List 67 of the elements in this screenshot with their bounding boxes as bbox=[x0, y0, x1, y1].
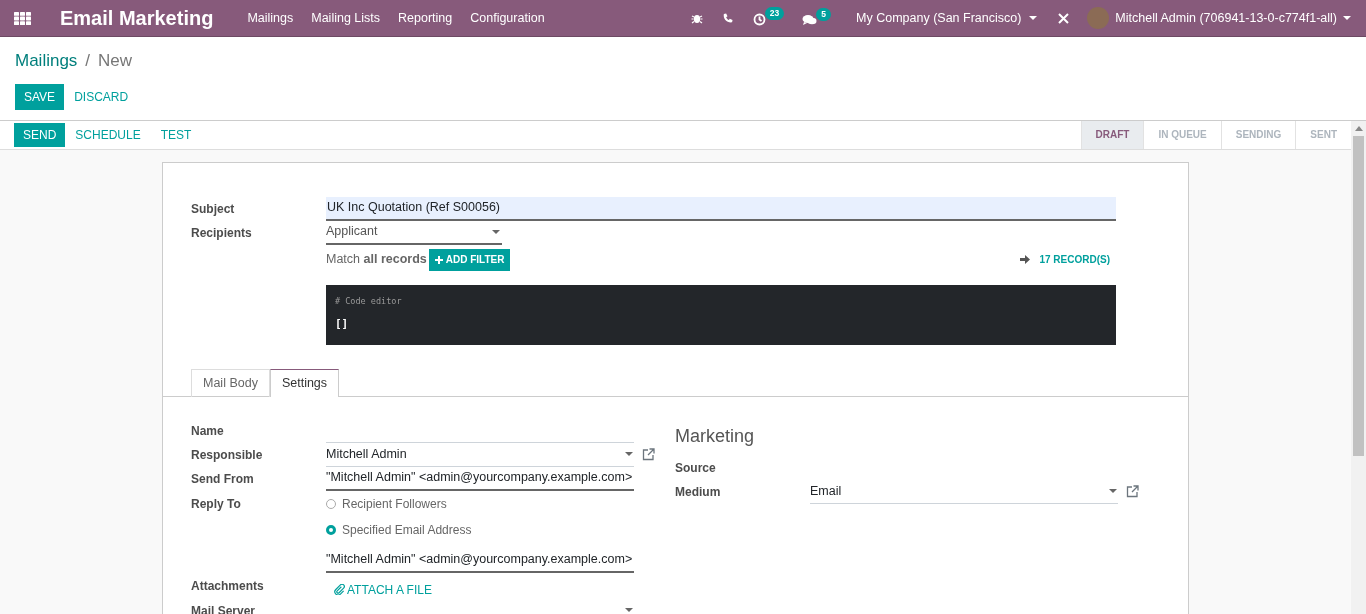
radio-button[interactable] bbox=[326, 524, 336, 535]
phone-icon[interactable] bbox=[721, 12, 733, 24]
field-label: Reply To bbox=[191, 495, 242, 513]
plus-icon bbox=[434, 255, 443, 264]
status-stage[interactable]: DRAFT bbox=[1080, 120, 1144, 149]
field-label: Attachments bbox=[191, 577, 265, 595]
caret-icon bbox=[1109, 489, 1117, 493]
form-tab[interactable]: Settings bbox=[269, 368, 340, 397]
field-label: Source bbox=[675, 459, 717, 477]
app-title: Email Marketing bbox=[60, 6, 214, 31]
menu-link[interactable]: Mailing Lists bbox=[311, 8, 381, 28]
link-button[interactable]: TEST bbox=[150, 122, 202, 147]
user-menu[interactable]: Mitchell Admin (706941-13-0-c774f1-all) bbox=[1087, 7, 1351, 29]
records-link[interactable]: 17 RECORD(S) bbox=[1039, 252, 1110, 267]
match-text: Match all records bbox=[326, 251, 427, 269]
notification-badge: 23 bbox=[764, 7, 785, 20]
radio-option[interactable]: Recipient Followers bbox=[326, 490, 447, 517]
caret-icon bbox=[1343, 16, 1351, 20]
clock-icon[interactable] bbox=[752, 13, 766, 26]
apps-grid-icon[interactable] bbox=[14, 11, 31, 25]
code-text: [] bbox=[335, 316, 350, 333]
field-label: Send From bbox=[191, 470, 255, 488]
caret-icon bbox=[625, 608, 633, 612]
field-label: Medium bbox=[675, 483, 722, 501]
input-field[interactable]: "Mitchell Admin" <admin@yourcompany.example.com> bbox=[326, 548, 634, 573]
external-link-icon[interactable] bbox=[642, 448, 655, 461]
menu-link[interactable]: Mailings bbox=[247, 8, 294, 28]
external-link-icon[interactable] bbox=[1126, 485, 1139, 498]
breadcrumb-current: New bbox=[98, 50, 133, 72]
subject-input[interactable]: UK Inc Quotation (Ref S00056) bbox=[326, 196, 1116, 221]
input-field[interactable]: Mitchell Admin bbox=[326, 442, 634, 467]
link-button[interactable]: DISCARD bbox=[64, 83, 139, 110]
bug-icon[interactable] bbox=[690, 12, 703, 24]
paperclip-icon bbox=[334, 584, 345, 595]
input-field[interactable]: "Mitchell Admin" <admin@yourcompany.example.com> bbox=[326, 466, 634, 491]
field-label: Recipients bbox=[191, 224, 253, 242]
scrollbar-thumb[interactable] bbox=[1353, 135, 1364, 456]
caret-icon bbox=[492, 229, 500, 234]
primary-button[interactable]: SAVE bbox=[15, 83, 65, 110]
scrollbar[interactable] bbox=[1351, 120, 1366, 614]
radio-option[interactable]: Specified Email Address bbox=[326, 516, 472, 543]
section-title: Marketing bbox=[675, 424, 756, 448]
caret-icon bbox=[1029, 16, 1038, 20]
chat-bubbles-icon[interactable] bbox=[802, 13, 818, 26]
scroll-up-icon[interactable] bbox=[1354, 125, 1363, 131]
avatar bbox=[1087, 7, 1110, 29]
notification-badge: 5 bbox=[816, 7, 832, 21]
breadcrumb-link[interactable]: Mailings bbox=[15, 48, 78, 74]
breadcrumb-separator: / bbox=[85, 50, 91, 72]
attach-file-button[interactable]: ATTACH A FILE bbox=[334, 580, 432, 599]
recipients-select[interactable]: Applicant bbox=[326, 220, 502, 245]
form-tab[interactable]: Mail Body bbox=[191, 368, 270, 397]
caret-icon bbox=[625, 452, 633, 456]
input-field[interactable]: Email bbox=[810, 479, 1118, 504]
arrow-right-icon bbox=[1020, 255, 1031, 264]
field-label: Mail Server bbox=[191, 602, 257, 614]
field-label: Subject bbox=[191, 200, 236, 218]
field-label: Responsible bbox=[191, 446, 264, 464]
link-button[interactable]: SCHEDULE bbox=[65, 122, 151, 147]
code-comment: # Code editor bbox=[335, 294, 403, 308]
primary-button[interactable]: SEND bbox=[14, 122, 66, 147]
menu-link[interactable]: Configuration bbox=[470, 8, 545, 28]
company-switcher[interactable]: My Company (San Francisco) bbox=[856, 8, 1038, 28]
code-editor[interactable]: # Code editor [] bbox=[326, 284, 1116, 345]
menu-link[interactable]: Reporting bbox=[398, 8, 453, 28]
field-label: Name bbox=[191, 422, 225, 440]
add-filter-button[interactable]: ADD FILTER bbox=[428, 248, 511, 271]
